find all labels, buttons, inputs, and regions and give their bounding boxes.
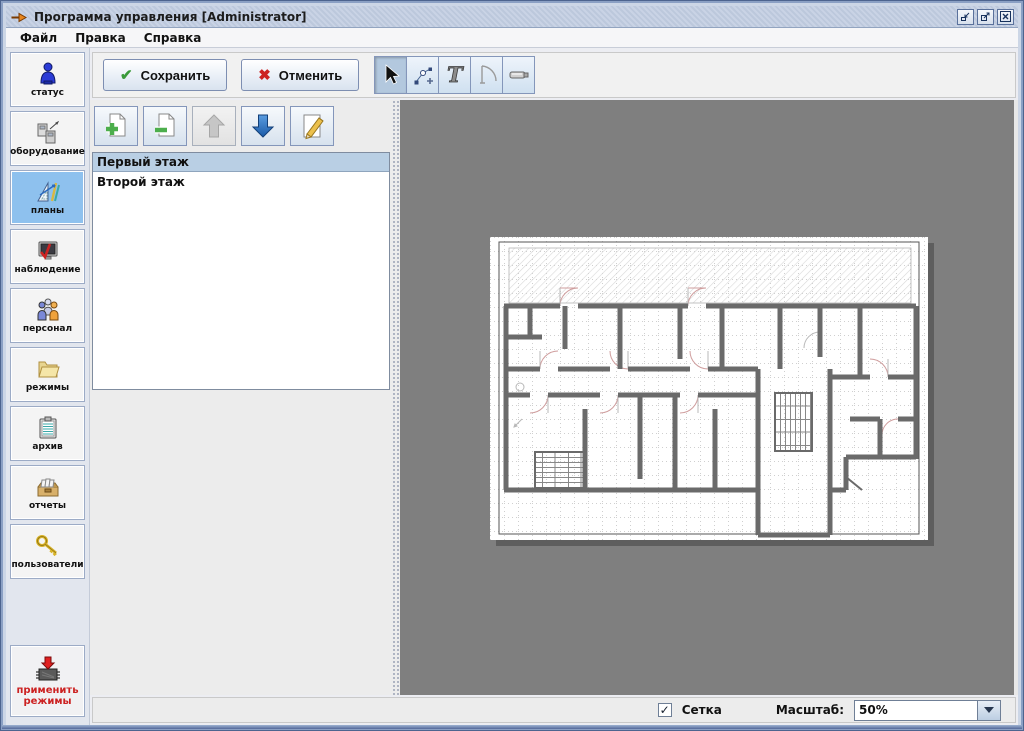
- drawing-tools: T: [375, 56, 535, 94]
- add-plan-button[interactable]: [94, 106, 138, 146]
- sidebar-item-label: архив: [32, 442, 62, 452]
- plan-label: Первый этаж: [97, 155, 189, 169]
- arrow-down-icon: [250, 112, 276, 140]
- minimize-button[interactable]: [957, 9, 974, 25]
- apply-modes-label-1: применить: [16, 685, 78, 696]
- plan-label: Второй этаж: [97, 175, 185, 189]
- door-icon: [476, 63, 498, 87]
- save-button[interactable]: ✔ Сохранить: [103, 59, 227, 91]
- check-icon: ✔: [120, 66, 133, 84]
- letter-t-icon: T: [443, 62, 467, 88]
- cancel-button[interactable]: ✖ Отменить: [241, 59, 359, 91]
- status-bar: ✓ Сетка Масштаб: 50%: [92, 697, 1016, 723]
- folder-icon: [35, 356, 61, 382]
- card-file-icon: [35, 474, 61, 500]
- node-tool-button[interactable]: [406, 56, 439, 94]
- sidebar-item-label: режимы: [26, 383, 69, 393]
- plan-list-item[interactable]: Первый этаж: [93, 153, 389, 172]
- grid-checkbox[interactable]: ✓: [658, 703, 672, 717]
- scale-combobox[interactable]: 50%: [854, 700, 1001, 721]
- arrow-up-icon: [201, 112, 227, 140]
- sidebar-item-label: наблюдение: [15, 265, 81, 275]
- combo-dropdown-button[interactable]: [977, 701, 1000, 720]
- minimize-icon: [960, 11, 971, 22]
- sidebar-item-label: оборудование: [10, 147, 85, 157]
- chevron-down-icon: [984, 707, 994, 713]
- person-icon: [35, 61, 61, 87]
- panel-splitter[interactable]: [392, 100, 400, 695]
- sidebar-item-personnel[interactable]: персонал: [10, 288, 85, 343]
- select-tool-button[interactable]: [374, 56, 407, 94]
- polyline-node-icon: [412, 63, 434, 87]
- sidebar-item-label: пользователи: [11, 560, 83, 570]
- sidebar-item-archive[interactable]: архив: [10, 406, 85, 461]
- move-down-button[interactable]: [241, 106, 285, 146]
- window-title: Программа управления [Administrator]: [34, 10, 957, 24]
- sidebar-item-label: планы: [31, 206, 64, 216]
- sidebar-item-label: статус: [31, 88, 64, 98]
- people-icon: [35, 297, 61, 323]
- svg-text:T: T: [447, 62, 464, 87]
- close-button[interactable]: [997, 9, 1014, 25]
- sidebar-item-modes[interactable]: режимы: [10, 347, 85, 402]
- pencil-icon: [299, 112, 325, 140]
- sidebar-item-surveillance[interactable]: наблюдение: [10, 229, 85, 284]
- door-tool-button[interactable]: [470, 56, 503, 94]
- window-border: [2, 725, 1022, 729]
- plans-list: Первый этаж Второй этаж: [92, 152, 390, 390]
- menu-file[interactable]: Файл: [12, 29, 65, 47]
- title-bar[interactable]: Программа управления [Administrator]: [6, 6, 1018, 28]
- key-icon: [35, 533, 61, 559]
- application-window: Программа управления [Administrator]: [0, 0, 1024, 731]
- sidebar-item-reports[interactable]: отчеты: [10, 465, 85, 520]
- plan-canvas[interactable]: [400, 100, 1018, 695]
- apply-modes-button[interactable]: применить режимы: [10, 645, 85, 717]
- floor-plan-drawing[interactable]: [490, 237, 934, 546]
- main-toolbar: ✔ Сохранить ✖ Отменить: [92, 52, 1016, 98]
- plan-list-item[interactable]: Второй этаж: [93, 172, 389, 191]
- remove-plan-button[interactable]: [143, 106, 187, 146]
- chip-icon: [33, 655, 63, 685]
- menu-edit[interactable]: Правка: [67, 29, 134, 47]
- sidebar-item-equipment[interactable]: оборудование: [10, 111, 85, 166]
- monitor-icon: [35, 238, 61, 264]
- clipboard-icon: [35, 415, 61, 441]
- reader-tool-button[interactable]: [502, 56, 535, 94]
- menu-help[interactable]: Справка: [136, 29, 210, 47]
- devices-icon: [35, 120, 61, 146]
- text-tool-button[interactable]: T: [438, 56, 471, 94]
- cursor-icon: [380, 63, 402, 87]
- cross-icon: ✖: [258, 66, 271, 84]
- menu-bar: Файл Правка Справка: [6, 28, 1018, 48]
- sidebar-item-label: персонал: [23, 324, 72, 334]
- grid-checkbox-label: Сетка: [682, 703, 722, 717]
- maximize-icon: [980, 11, 991, 22]
- sidebar-item-plans[interactable]: планы: [10, 170, 85, 225]
- scale-value: 50%: [855, 701, 977, 720]
- page-plus-icon: [103, 112, 129, 140]
- sidebar-item-status[interactable]: статус: [10, 52, 85, 107]
- plans-list-toolbar: [92, 102, 390, 152]
- move-up-button[interactable]: [192, 106, 236, 146]
- edit-plan-button[interactable]: [290, 106, 334, 146]
- sidebar: статус оборудование: [6, 48, 90, 725]
- checkmark-icon: ✓: [660, 704, 670, 716]
- maximize-button[interactable]: [977, 9, 994, 25]
- app-icon: [10, 10, 28, 24]
- plans-panel: Первый этаж Второй этаж: [90, 100, 392, 695]
- apply-modes-label-2: режимы: [23, 696, 71, 707]
- sidebar-item-users[interactable]: пользователи: [10, 524, 85, 579]
- close-icon: [1000, 11, 1011, 22]
- drafting-icon: [35, 179, 61, 205]
- sidebar-item-label: отчеты: [29, 501, 66, 511]
- page-minus-icon: [152, 112, 178, 140]
- reader-device-icon: [507, 63, 531, 87]
- save-button-label: Сохранить: [141, 68, 211, 83]
- cancel-button-label: Отменить: [279, 68, 343, 83]
- scale-label: Масштаб:: [776, 703, 844, 717]
